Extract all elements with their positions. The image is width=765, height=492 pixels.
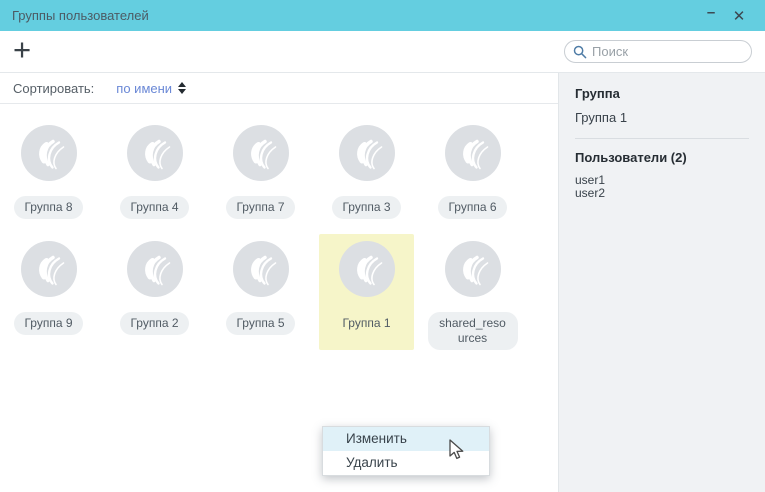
users-list: user1user2: [575, 174, 749, 200]
group-label: Группа 6: [438, 196, 506, 219]
group-tile[interactable]: Группа 7: [213, 118, 308, 234]
app-window: Группы пользователей – ✕ + Сортировать: …: [0, 0, 765, 492]
group-tile[interactable]: Группа 9: [1, 234, 96, 350]
sort-arrows-icon: [178, 82, 186, 94]
users-section-header: Пользователи (2): [575, 150, 749, 165]
group-swirl-icon: [233, 241, 289, 297]
context-menu-item[interactable]: Изменить: [323, 427, 489, 451]
group-avatar: [445, 125, 501, 181]
group-label: Группа 2: [120, 312, 188, 335]
group-tile[interactable]: Группа 2: [107, 234, 202, 350]
group-label: Группа 9: [14, 312, 82, 335]
sidebar-divider: [575, 138, 749, 139]
group-label: shared_resources: [428, 312, 518, 350]
group-tile[interactable]: Группа 3: [319, 118, 414, 234]
group-swirl-icon: [445, 241, 501, 297]
sort-current-value: по имени: [116, 81, 172, 96]
sort-dropdown[interactable]: по имени: [116, 81, 186, 96]
group-avatar: [339, 125, 395, 181]
user-item: user2: [575, 187, 749, 200]
groups-panel: Сортировать: по имени Группа 8Группа 4Гр…: [0, 73, 558, 492]
sort-label: Сортировать:: [13, 81, 94, 96]
groups-grid: Группа 8 Группа 4 Группа 7 Группа 3 Группа 6…: [0, 104, 558, 350]
sort-bar: Сортировать: по имени: [0, 73, 558, 104]
minimize-button[interactable]: –: [697, 0, 725, 31]
group-avatar: [21, 125, 77, 181]
group-label: Группа 1: [332, 312, 400, 335]
group-tile[interactable]: Группа 8: [1, 118, 96, 234]
content-area: Сортировать: по имени Группа 8Группа 4Гр…: [0, 72, 765, 492]
search-box[interactable]: [564, 40, 752, 63]
group-label: Группа 7: [226, 196, 294, 219]
titlebar: Группы пользователей – ✕: [0, 0, 765, 31]
group-label: Группа 4: [120, 196, 188, 219]
group-name-value: Группа 1: [575, 110, 749, 125]
group-avatar: [339, 241, 395, 297]
add-group-button[interactable]: +: [13, 40, 33, 64]
group-swirl-icon: [21, 241, 77, 297]
group-swirl-icon: [127, 241, 183, 297]
group-section-header: Группа: [575, 86, 749, 101]
group-swirl-icon: [127, 125, 183, 181]
group-tile[interactable]: Группа 6: [425, 118, 520, 234]
group-label: Группа 3: [332, 196, 400, 219]
group-swirl-icon: [339, 125, 395, 181]
group-avatar: [127, 241, 183, 297]
group-swirl-icon: [21, 125, 77, 181]
group-avatar: [127, 125, 183, 181]
group-avatar: [445, 241, 501, 297]
details-sidebar: Группа Группа 1 Пользователи (2) user1us…: [558, 73, 765, 492]
search-icon: [573, 45, 587, 59]
toolbar: +: [0, 31, 765, 72]
window-title: Группы пользователей: [12, 8, 149, 23]
group-label: Группа 8: [14, 196, 82, 219]
group-label: Группа 5: [226, 312, 294, 335]
group-tile[interactable]: Группа 4: [107, 118, 202, 234]
group-swirl-icon: [339, 241, 395, 297]
group-tile[interactable]: Группа 5: [213, 234, 308, 350]
group-tile[interactable]: Группа 1: [319, 234, 414, 350]
close-button[interactable]: ✕: [725, 0, 753, 31]
group-swirl-icon: [233, 125, 289, 181]
group-avatar: [21, 241, 77, 297]
group-avatar: [233, 241, 289, 297]
group-avatar: [233, 125, 289, 181]
context-menu: ИзменитьУдалить: [322, 426, 490, 476]
search-input[interactable]: [592, 44, 743, 59]
group-swirl-icon: [445, 125, 501, 181]
group-tile[interactable]: shared_resources: [425, 234, 520, 350]
context-menu-item[interactable]: Удалить: [323, 451, 489, 475]
